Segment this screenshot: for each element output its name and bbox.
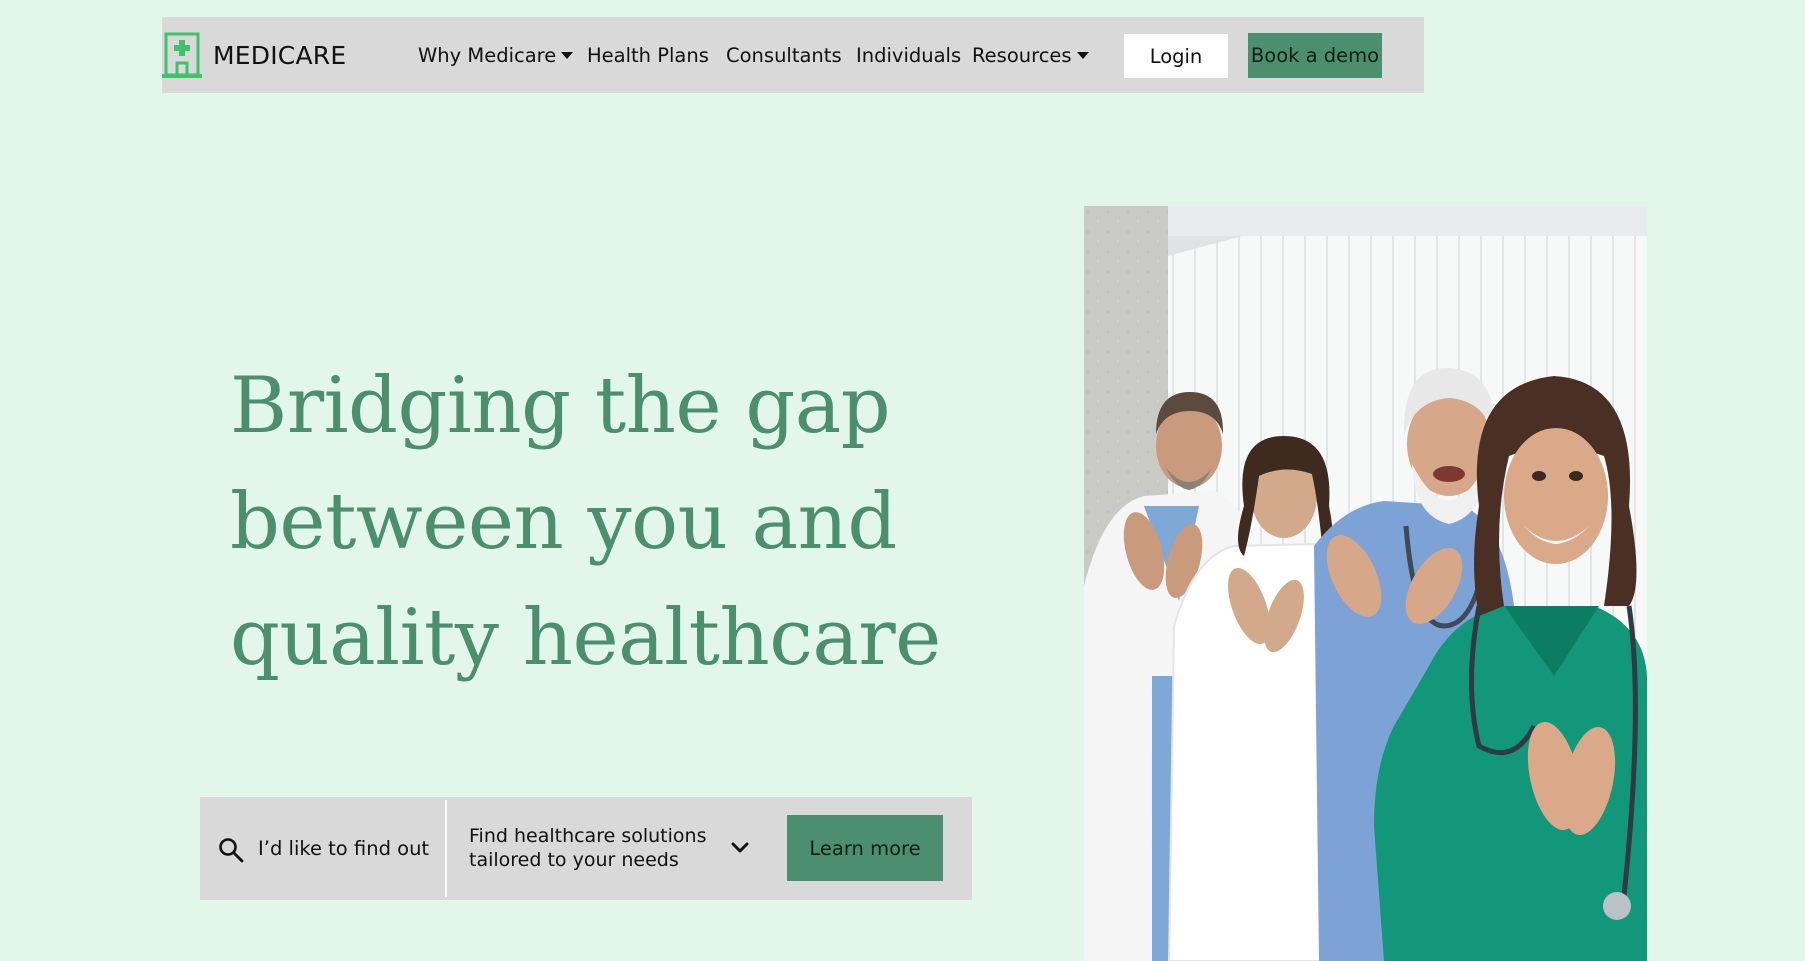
nav-item-label: Why Medicare [418,44,557,67]
book-demo-button[interactable]: Book a demo [1248,33,1382,78]
learn-more-button[interactable]: Learn more [787,815,943,881]
top-navigation-bar: MEDICARE Why Medicare Health Plans Consu… [162,17,1424,93]
nav-item-resources[interactable]: Resources [972,44,1089,67]
hospital-building-icon[interactable] [162,32,202,78]
search-icon [219,838,244,863]
nav-item-consultants[interactable]: Consultants [726,44,842,67]
hero-headline: Bridging the gap between you and quality… [230,348,1010,696]
needs-select-dropdown[interactable]: Find healthcare solutions tailored to yo… [447,797,749,900]
caret-down-icon [1076,52,1089,59]
selected-option: Find healthcare solutions tailored to yo… [469,825,707,871]
medical-team-illustration [1084,206,1647,961]
hero-headline-line: Bridging the gap [230,361,891,451]
chevron-down-icon [731,842,749,853]
hero-headline-line: between you and [230,477,897,567]
nav-item-label: Resources [972,44,1072,67]
nav-item-why-medicare[interactable]: Why Medicare [418,44,574,67]
caret-down-icon [561,52,574,59]
nav-item-label: Consultants [726,44,842,67]
login-button[interactable]: Login [1124,34,1228,78]
medical-team-photo [1084,206,1647,961]
search-label: I’d like to find out [258,837,430,860]
nav-item-label: Individuals [856,44,962,67]
hero-headline-line: quality healthcare [230,593,941,683]
find-out-search-bar: I’d like to find out Find healthcare sol… [200,797,972,900]
nav-item-health-plans[interactable]: Health Plans [587,44,709,67]
nav-item-individuals[interactable]: Individuals [856,44,961,67]
nav-item-label: Health Plans [587,44,709,67]
brand-name[interactable]: MEDICARE [213,41,346,70]
